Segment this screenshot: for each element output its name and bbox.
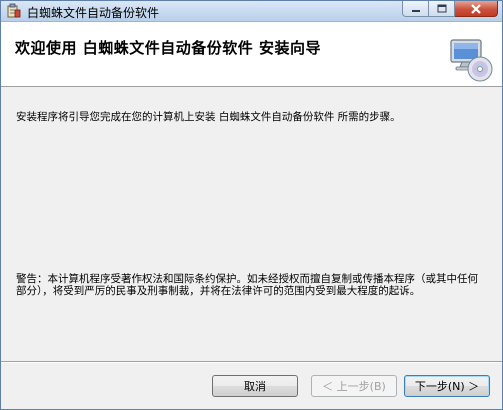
computer-cd-icon xyxy=(450,39,493,82)
window-title: 白蜘蛛文件自动备份软件 xyxy=(27,6,160,20)
minimize-icon xyxy=(411,9,420,12)
copyright-warning: 警告：本计算机程序受著作权法和国际条约保护。如未经授权而擅自复制或传播本程序（或… xyxy=(16,273,478,297)
cancel-button[interactable]: 取消 xyxy=(212,375,298,397)
title-bar[interactable]: 白蜘蛛文件自动备份软件 xyxy=(1,1,502,22)
footer-divider xyxy=(1,361,502,363)
window-controls xyxy=(402,1,498,18)
installer-app-icon xyxy=(7,3,21,18)
next-button[interactable]: 下一步(N) ＞ xyxy=(404,375,490,397)
wizard-title: 欢迎使用 白蜘蛛文件自动备份软件 安装向导 xyxy=(15,39,321,57)
close-icon xyxy=(471,3,481,14)
intro-text: 安装程序将引导您完成在您的计算机上安装 白蜘蛛文件自动备份软件 所需的步骤。 xyxy=(16,111,401,123)
minimize-button[interactable] xyxy=(402,1,429,17)
wizard-header: 欢迎使用 白蜘蛛文件自动备份软件 安装向导 xyxy=(1,22,502,87)
close-button[interactable] xyxy=(455,1,498,17)
back-button[interactable]: ＜ 上一步(B) xyxy=(311,375,397,397)
maximize-icon xyxy=(437,4,446,13)
installer-window: 白蜘蛛文件自动备份软件 欢迎使用 白蜘蛛文件自动备份软件 安装向导 安装程序将引… xyxy=(0,0,503,410)
maximize-button[interactable] xyxy=(429,1,455,17)
